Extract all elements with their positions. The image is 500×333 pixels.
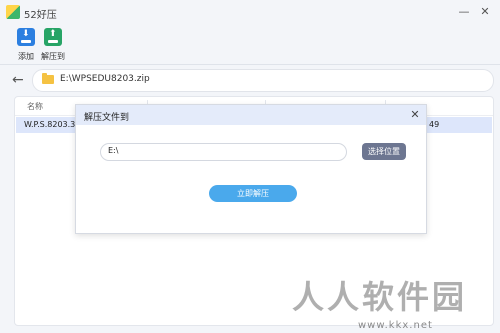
minimize-icon[interactable]: — (455, 3, 473, 21)
path-text: E:\WPSEDU8203.zip (60, 74, 150, 84)
choose-location-button[interactable]: 选择位置 (362, 143, 406, 160)
extract-icon: ⬆ (44, 28, 62, 46)
destination-input[interactable]: E:\ (100, 143, 347, 161)
back-arrow-icon[interactable]: ← (12, 72, 24, 88)
list-item-name: W.P.S.8203.30 (24, 120, 81, 129)
extract-dialog: 解压文件到 ✕ E:\ 选择位置 立即解压 (75, 104, 427, 234)
folder-icon (42, 73, 54, 84)
extract-to-button[interactable]: ⬆ 解压到 (38, 28, 68, 62)
title-bar: 52好压 — ✕ (0, 0, 500, 24)
list-item-modified: 49 (429, 120, 440, 129)
path-bar[interactable]: E:\WPSEDU8203.zip (32, 69, 494, 92)
dialog-header: 解压文件到 ✕ (76, 105, 426, 125)
watermark-text: 人人软件园 (292, 278, 468, 316)
toolbar-divider (0, 64, 500, 65)
add-label: 添加 (18, 52, 34, 61)
dialog-title: 解压文件到 (84, 113, 130, 123)
watermark-url: www.kkx.net (358, 320, 433, 331)
extract-now-button[interactable]: 立即解压 (209, 185, 297, 202)
add-button[interactable]: ⬇ 添加 (11, 28, 41, 62)
destination-value: E:\ (108, 146, 119, 155)
window-close-icon[interactable]: ✕ (476, 3, 494, 21)
close-icon[interactable]: ✕ (407, 107, 423, 123)
app-logo-icon (6, 5, 20, 19)
extract-to-label: 解压到 (41, 52, 65, 61)
add-icon: ⬇ (17, 28, 35, 46)
app-window: 52好压 — ✕ ⬇ 添加 ⬆ 解压到 ← E:\WPSEDU8203.zip … (0, 0, 500, 333)
app-title: 52好压 (24, 10, 57, 21)
column-header-name[interactable]: 名称 (27, 101, 43, 112)
